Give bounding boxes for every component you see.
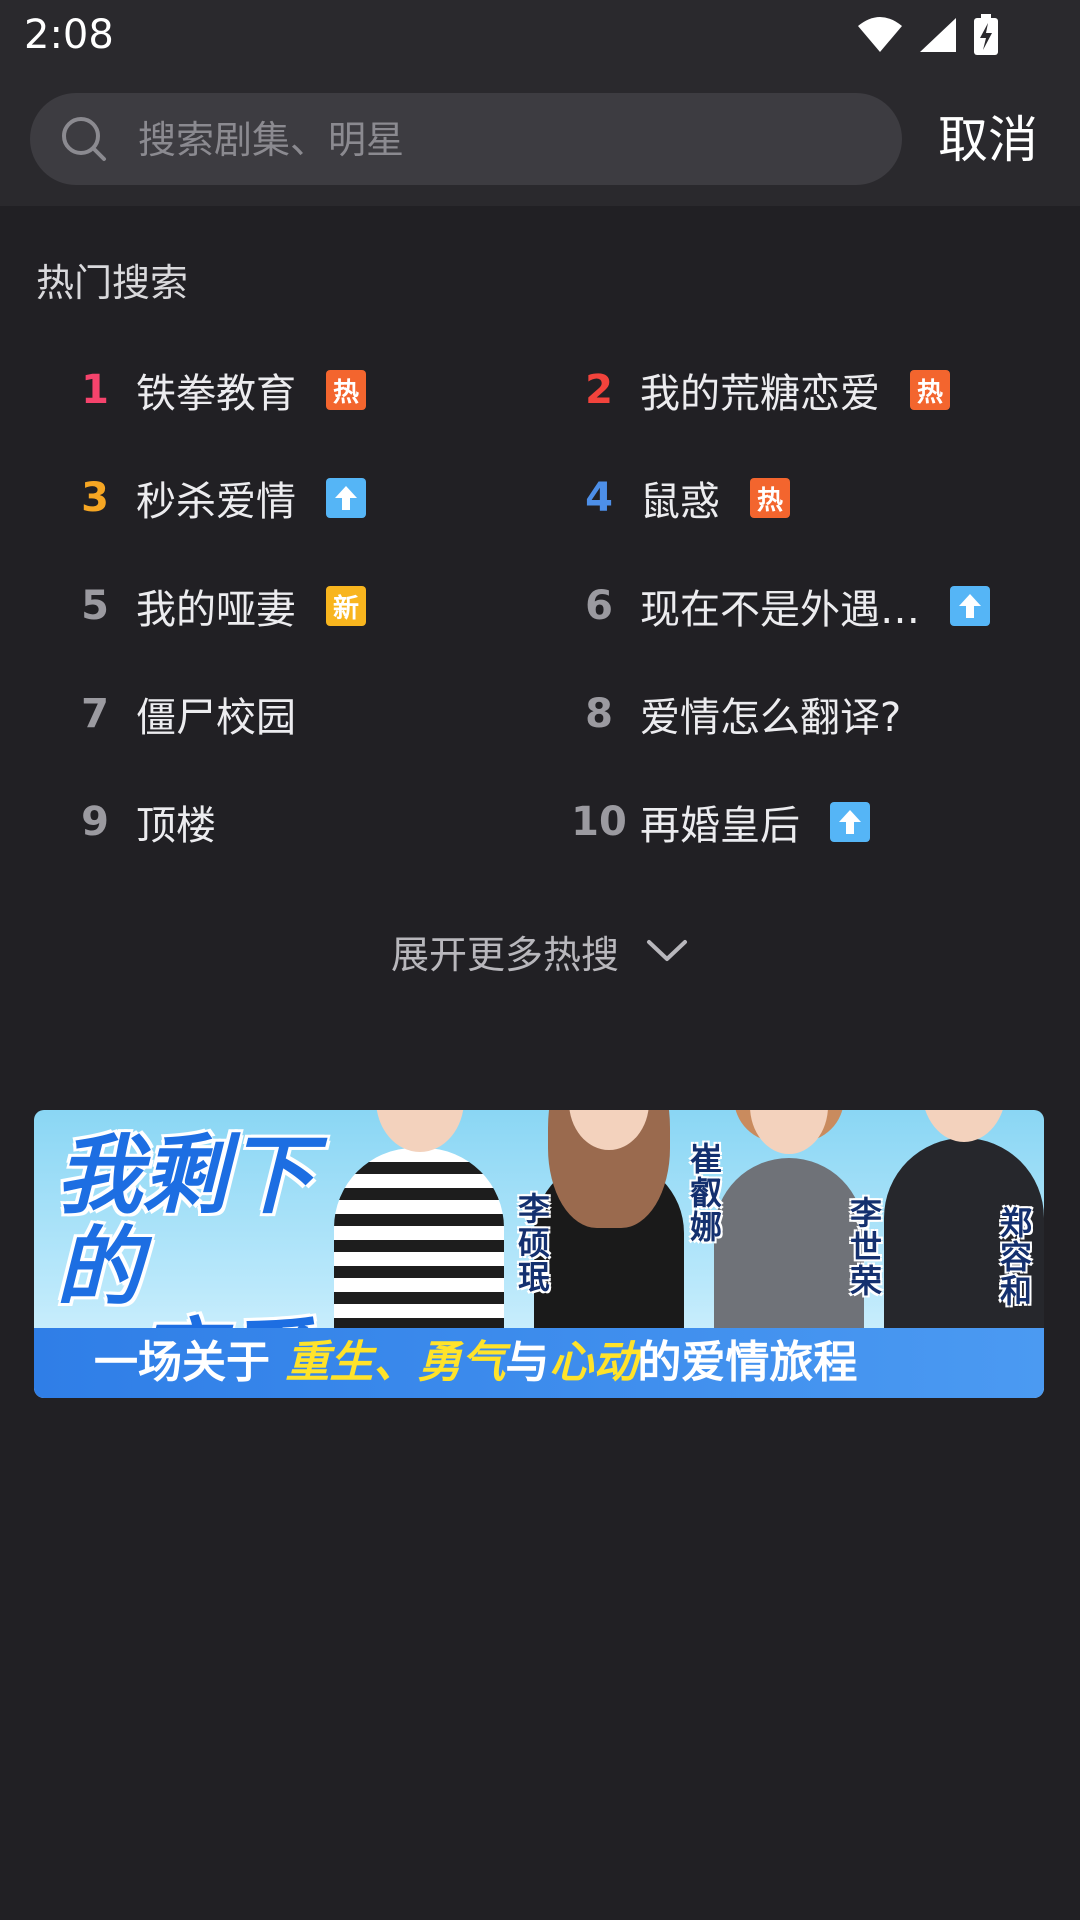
hot-search-item-5[interactable]: 5 我的哑妻 新 <box>54 552 554 660</box>
search-icon <box>62 117 106 161</box>
rank-number: 10 <box>571 799 627 845</box>
status-bar: 2:08 <box>0 0 1080 72</box>
hot-search-item-9[interactable]: 9 顶楼 <box>54 768 554 876</box>
hot-search-list: 1 铁拳教育 热 2 我的荒糖恋爱 热 3 秒杀爱情 4 鼠惑 热 5 我的哑妻… <box>0 336 1080 876</box>
tagline-highlight: 心动 <box>549 1337 638 1388</box>
hot-search-item-3[interactable]: 3 秒杀爱情 <box>54 444 554 552</box>
hot-search-title-text: 鼠惑 <box>640 479 720 525</box>
expand-more-label: 展开更多热搜 <box>390 932 619 977</box>
hot-search-title-text: 秒杀爱情 <box>136 479 296 525</box>
wifi-icon <box>858 17 902 52</box>
new-badge: 新 <box>326 586 366 626</box>
banner-tagline: 一场关于 重生、勇气与心动的爱情旅程 <box>94 1326 857 1390</box>
hot-badge: 热 <box>750 478 790 518</box>
cancel-button[interactable]: 取消 <box>938 100 1038 180</box>
rank-number: 6 <box>585 583 613 629</box>
hot-search-title: 热门搜索 <box>36 261 189 305</box>
hot-search-item-10[interactable]: 10 再婚皇后 <box>558 768 1058 876</box>
search-header: 取消 <box>0 72 1080 206</box>
hot-search-item-7[interactable]: 7 僵尸校园 <box>54 660 554 768</box>
rank-number: 4 <box>585 475 613 521</box>
promo-banner[interactable]: 我剩下的 恋爱 李硕珉 崔叡娜 李世荣 郑容和 一场关于 重生、勇气与心动的爱情… <box>34 1110 1044 1398</box>
rank-number: 2 <box>585 367 613 413</box>
cast-figure <box>534 1110 684 1328</box>
hot-search-title-text: 现在不是外遇… <box>640 587 920 633</box>
tagline-part: 一场关于 <box>94 1337 270 1388</box>
tagline-highlight: 重生、勇气 <box>285 1337 506 1388</box>
cast-name-3: 李世荣 <box>849 1194 882 1300</box>
cast-name-4: 郑容和 <box>999 1204 1032 1310</box>
hot-badge: 热 <box>910 370 950 410</box>
hot-search-item-8[interactable]: 8 爱情怎么翻译? <box>558 660 1058 768</box>
trending-up-icon <box>326 478 366 518</box>
rank-number: 9 <box>81 799 109 845</box>
hot-search-item-6[interactable]: 6 现在不是外遇… <box>558 552 1058 660</box>
battery-charging-icon <box>974 14 998 55</box>
hot-search-item-2[interactable]: 2 我的荒糖恋爱 热 <box>558 336 1058 444</box>
hot-badge: 热 <box>326 370 366 410</box>
cast-name-1: 李硕珉 <box>517 1190 550 1296</box>
cast-figure <box>714 1110 864 1328</box>
tagline-part: 与 <box>505 1337 550 1388</box>
hot-search-title-text: 僵尸校园 <box>136 695 296 741</box>
trending-up-icon <box>830 802 870 842</box>
cast-name-2: 崔叡娜 <box>689 1140 722 1246</box>
rank-number: 3 <box>81 475 109 521</box>
hot-search-item-4[interactable]: 4 鼠惑 热 <box>558 444 1058 552</box>
hot-search-title-text: 爱情怎么翻译? <box>640 695 902 741</box>
chevron-down-icon <box>647 940 687 961</box>
status-icons <box>856 14 1000 56</box>
hot-search-title-text: 铁拳教育 <box>136 371 296 417</box>
trending-up-icon <box>950 586 990 626</box>
expand-more-button[interactable]: 展开更多热搜 <box>0 916 1080 986</box>
rank-number: 7 <box>81 691 109 737</box>
search-input[interactable] <box>136 93 880 187</box>
tagline-part: 的爱情旅程 <box>637 1337 858 1388</box>
rank-number: 1 <box>81 367 109 413</box>
hot-search-item-1[interactable]: 1 铁拳教育 热 <box>54 336 554 444</box>
search-box[interactable] <box>30 93 902 187</box>
status-time: 2:08 <box>24 12 114 58</box>
rank-number: 8 <box>585 691 613 737</box>
hot-search-title-text: 再婚皇后 <box>640 803 800 849</box>
hot-search-title-text: 顶楼 <box>136 803 216 849</box>
hot-search-title-text: 我的荒糖恋爱 <box>640 371 880 417</box>
signal-icon <box>920 18 956 52</box>
hot-search-title-text: 我的哑妻 <box>136 587 296 633</box>
banner-logo-line1: 我剩下的 <box>56 1126 314 1318</box>
rank-number: 5 <box>81 583 109 629</box>
